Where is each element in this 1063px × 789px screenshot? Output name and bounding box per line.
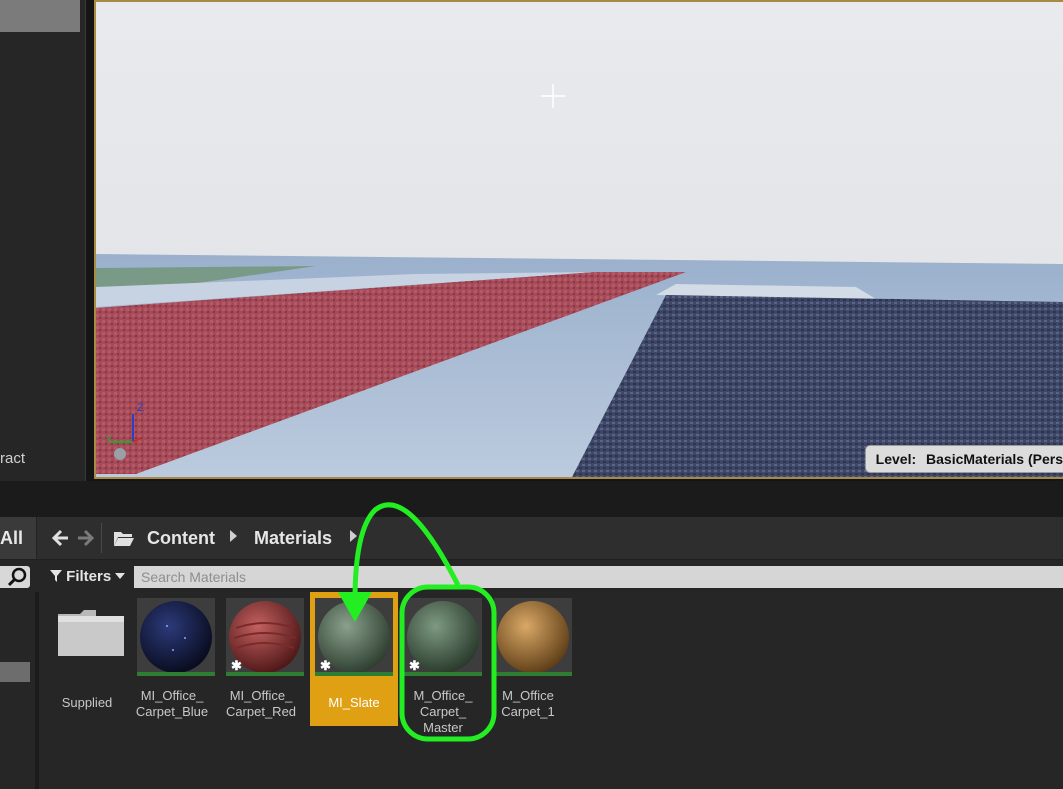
asset-tile-m-office-carpet-1[interactable]: M_Office Carpet_1 — [484, 592, 572, 726]
filters-button[interactable]: Filters — [50, 566, 126, 588]
asset-tile-mi-office-carpet-blue[interactable]: MI_Office_ Carpet_Blue — [128, 592, 216, 726]
axis-y-label: Y — [105, 434, 113, 446]
search-button[interactable] — [0, 566, 30, 588]
search-materials-input[interactable] — [134, 566, 1063, 588]
content-path-bar: All Content Materials — [0, 517, 1063, 560]
axis-z-label: Z — [137, 402, 144, 414]
asset-name: MI_Office_ Carpet_Blue — [135, 688, 209, 719]
all-tab[interactable]: All — [0, 517, 37, 559]
asset-type-bar — [494, 672, 572, 676]
asset-tile-supplied-folder[interactable]: Supplied — [43, 592, 131, 726]
search-icon — [7, 567, 27, 587]
level-badge: Level: BasicMaterials (Pers — [864, 445, 1063, 473]
asset-tile-mi-slate[interactable]: ✱ MI_Slate — [310, 592, 398, 726]
asset-name: M_Office Carpet_1 — [501, 688, 555, 719]
panel-divider — [0, 481, 1063, 518]
details-panel: ract — [0, 0, 86, 481]
chevron-down-icon — [115, 573, 126, 579]
asset-grid: Supplied MI_Office_ Carpet_Blue ✱ MI_Off… — [39, 592, 1063, 789]
asset-thumbnail: ✱ — [315, 598, 393, 676]
asset-name: M_Office_ Carpet_ Master — [413, 688, 473, 735]
panel-header — [0, 0, 80, 32]
asset-type-bar — [137, 672, 215, 676]
arrow-left-icon[interactable] — [51, 529, 70, 552]
viewport-scene — [96, 2, 1063, 477]
star-icon: ✱ — [231, 658, 242, 673]
asset-thumbnail — [137, 598, 215, 676]
sources-panel — [0, 592, 39, 789]
asset-name: MI_Slate — [328, 695, 380, 710]
level-viewport[interactable]: Z Y Level: BasicMaterials (Pers — [94, 0, 1063, 479]
filter-bar: Filters — [0, 560, 1063, 592]
selected-folder-item[interactable] — [0, 662, 30, 682]
folder-icon — [58, 610, 124, 656]
asset-tile-mi-office-carpet-red[interactable]: ✱ MI_Office_ Carpet_Red — [217, 592, 305, 726]
level-label: Level: — [875, 451, 917, 467]
asset-tile-m-office-carpet-master[interactable]: ✱ M_Office_ Carpet_ Master — [399, 592, 487, 735]
asset-thumbnail — [494, 598, 572, 676]
asset-thumbnail: ✱ — [404, 598, 482, 676]
breadcrumb-arrow-icon[interactable] — [350, 530, 357, 542]
asset-thumbnail: ✱ — [226, 598, 304, 676]
asset-name: MI_Office_ Carpet_Red — [225, 688, 297, 719]
star-icon: ✱ — [409, 658, 420, 673]
breadcrumb-content[interactable]: Content — [147, 517, 215, 559]
arrow-right-icon[interactable] — [76, 529, 95, 552]
asset-name: Supplied — [61, 695, 113, 710]
star-icon: ✱ — [320, 658, 331, 673]
panel-label: ract — [0, 450, 26, 467]
level-name: BasicMaterials (Pers — [926, 451, 1063, 467]
separator — [101, 523, 102, 553]
filters-label: Filters — [66, 568, 112, 585]
breadcrumb-arrow-icon[interactable] — [230, 530, 237, 542]
folder-open-icon — [113, 529, 135, 552]
filter-icon — [50, 570, 62, 582]
breadcrumb-materials[interactable]: Materials — [254, 517, 332, 559]
